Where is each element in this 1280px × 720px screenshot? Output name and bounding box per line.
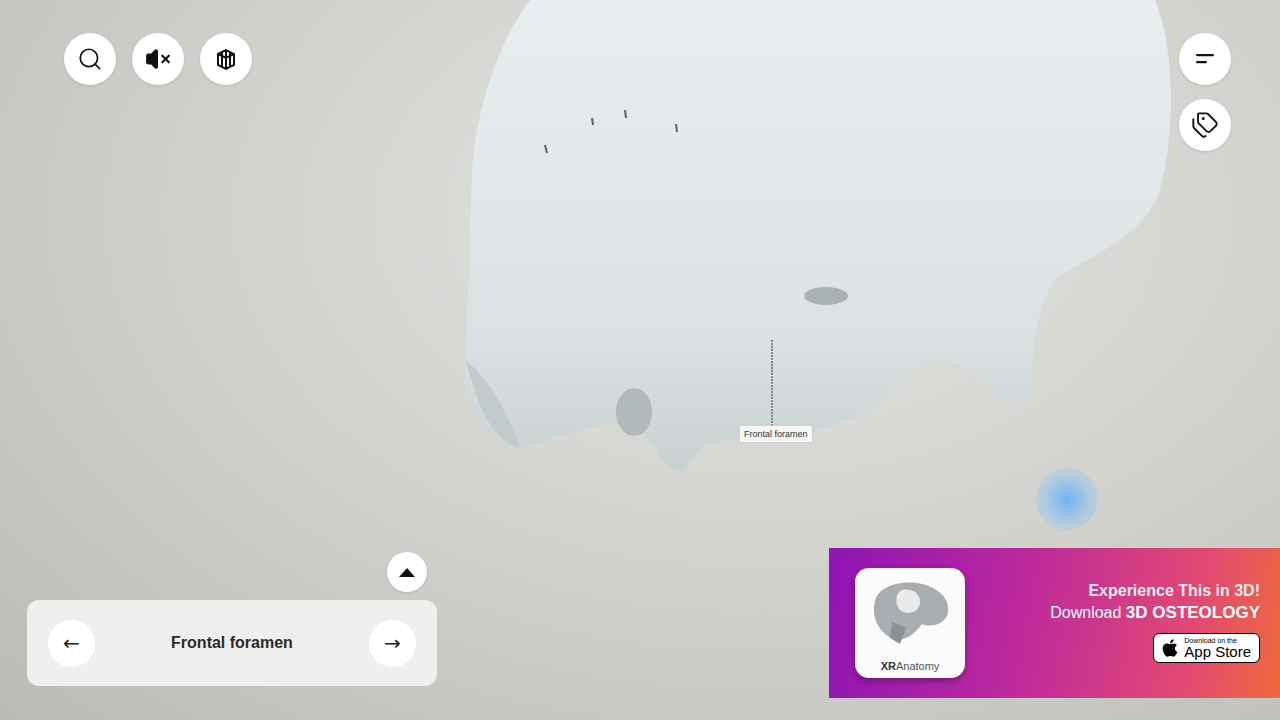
search-icon (77, 46, 103, 72)
caret-up-icon (397, 566, 417, 578)
promo-banner[interactable]: XRAnatomy Experience This in 3D! Download … (829, 548, 1280, 698)
layers-button[interactable] (200, 33, 252, 85)
previous-button[interactable]: ← (48, 620, 95, 667)
promo-headline: Experience This in 3D! (1088, 582, 1260, 600)
speaker-muted-icon (145, 46, 171, 72)
side-toolbar (1179, 33, 1231, 151)
layers-icon (212, 45, 240, 73)
structure-title: Frontal foramen (171, 634, 293, 652)
menu-button[interactable] (1179, 33, 1231, 85)
viewer-canvas[interactable]: Frontal foramen ← Frontal foramen → XRAnatom… (0, 0, 1280, 720)
touch-indicator (1036, 468, 1098, 530)
tags-icon (1191, 111, 1219, 139)
promo-text: Experience This in 3D! Download 3D OSTEOL… (1050, 568, 1260, 663)
sound-button[interactable] (132, 33, 184, 85)
structure-navigator: ← Frontal foramen → (27, 600, 437, 686)
app-tile-label: XRAnatomy (881, 660, 940, 672)
app-store-badge[interactable]: Download on theApp Store (1153, 633, 1260, 663)
menu-icon (1194, 52, 1216, 66)
labels-button[interactable] (1179, 99, 1231, 151)
top-toolbar (64, 33, 252, 85)
promo-cta: Download 3D OSTEOLOGY (1050, 603, 1260, 623)
search-button[interactable] (64, 33, 116, 85)
annotation-label[interactable]: Frontal foramen (739, 425, 813, 443)
apple-icon (1160, 638, 1180, 658)
next-button[interactable]: → (369, 620, 416, 667)
app-tile[interactable]: XRAnatomy (855, 568, 965, 678)
app-logo-icon (862, 578, 958, 650)
expand-button[interactable] (387, 552, 427, 592)
